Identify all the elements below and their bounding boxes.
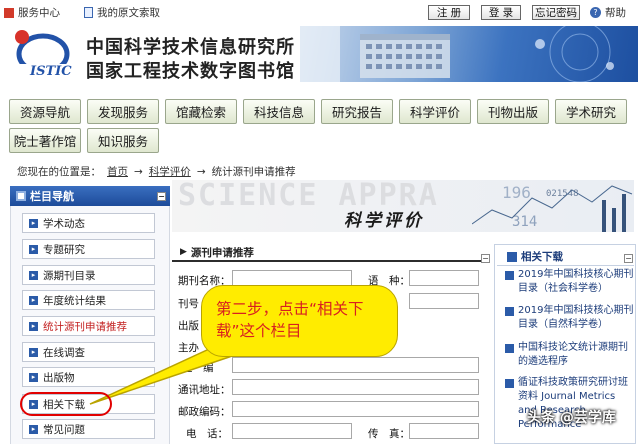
building-image: [300, 26, 614, 82]
register-button[interactable]: 注 册: [428, 5, 470, 20]
label-phone: 电 话：: [186, 428, 228, 440]
breadcrumb-section[interactable]: 科学评价: [149, 164, 191, 179]
svg-text:314: 314: [512, 214, 537, 230]
nav-publications[interactable]: 刊物出版: [477, 99, 549, 124]
fax-input[interactable]: [409, 423, 479, 439]
arrow-right-icon: ▸: [29, 321, 38, 331]
nav-science-evaluation[interactable]: 科学评价: [399, 99, 471, 124]
top-utility-bar: 服务中心 我的原文索取 注 册 登 录 忘记密码 ? 帮助: [0, 0, 640, 24]
breadcrumb: 您现在的位置是： 首页 → 科学评价 → 统计源刊申请推荐: [17, 164, 296, 179]
document-icon: [84, 7, 93, 18]
sidebar-item-annual-stats[interactable]: ▸ 年度统计结果: [22, 290, 155, 310]
nav-discovery-service[interactable]: 发现服务: [87, 99, 159, 124]
editor-input[interactable]: [232, 357, 479, 373]
svg-text:196: 196: [502, 183, 531, 202]
form-panel-header: ▶ 源刊申请推荐: [172, 244, 490, 262]
download-icon: [505, 379, 514, 388]
language-input[interactable]: [409, 270, 479, 286]
watermark: 头条 @芸学库: [527, 410, 616, 426]
graph-decoration: 196 021548 314: [472, 183, 633, 232]
forgot-password-button[interactable]: 忘记密码: [532, 5, 580, 20]
issn-input-right[interactable]: [409, 293, 479, 309]
breadcrumb-current: 统计源刊申请推荐: [211, 166, 296, 178]
collapse-icon[interactable]: −: [624, 254, 633, 263]
download-item[interactable]: 2019年中国科技核心期刊目录（自然科学卷）: [505, 304, 635, 332]
collapse-icon[interactable]: −: [157, 191, 166, 201]
my-subscription-link[interactable]: 我的原文索取: [84, 5, 160, 20]
logo-text: ISTIC: [30, 64, 72, 79]
nav-knowledge-service[interactable]: 知识服务: [87, 128, 159, 153]
home-icon: [4, 7, 14, 18]
sidebar-item-academic-news[interactable]: ▸ 学术动态: [22, 213, 155, 233]
org-name-line1: 中国科学技术信息研究所: [86, 37, 295, 58]
help-link[interactable]: ? 帮助: [590, 5, 626, 20]
service-center-link[interactable]: 服务中心: [4, 5, 60, 20]
download-icon: [507, 251, 517, 262]
org-name-line2: 国家工程技术数字图书馆: [86, 61, 295, 82]
arrow-right-icon: ▸: [29, 244, 38, 254]
nav-collection-search[interactable]: 馆藏检索: [165, 99, 237, 124]
highlight-ring: [20, 392, 112, 416]
banner-title: 科学评价: [344, 211, 424, 231]
arrow-right-icon: ▸: [29, 295, 38, 305]
download-item[interactable]: 中国科技论文统计源期刊的遴选程序: [505, 341, 635, 369]
label-fax: 传 真：: [368, 428, 410, 440]
download-icon: [505, 307, 514, 316]
header-banner: [300, 26, 638, 82]
nav-academician-works[interactable]: 院士著作馆: [9, 128, 81, 153]
address-input[interactable]: [232, 379, 479, 395]
arrow-right-icon: ▸: [29, 218, 38, 228]
nav-academic-research[interactable]: 学术研究: [555, 99, 627, 124]
postcode-input[interactable]: [232, 401, 479, 417]
download-icon: [505, 344, 514, 353]
download-icon: [505, 271, 514, 280]
help-icon: ?: [590, 7, 601, 18]
istic-logo[interactable]: ISTIC: [10, 26, 80, 86]
login-button[interactable]: 登 录: [481, 5, 521, 20]
arrow-right-icon: ▶: [180, 247, 187, 257]
download-item[interactable]: 2019年中国科技核心期刊目录（社会科学卷）: [505, 268, 635, 296]
downloads-header: 相关下载: [497, 248, 634, 266]
science-evaluation-banner: SCIENCE APPRA 196 021548 314 科学评价: [172, 180, 634, 232]
sidebar-item-faq[interactable]: ▸ 常见问题: [22, 419, 155, 439]
arrow-right-icon: ▸: [29, 424, 38, 434]
arrow-right-icon: ▸: [29, 347, 38, 357]
breadcrumb-home[interactable]: 首页: [107, 164, 128, 179]
journal-name-input[interactable]: [232, 270, 352, 286]
sidebar-header: 栏目导航 −: [10, 186, 170, 206]
arrow-right-icon: ▸: [29, 372, 38, 382]
phone-input[interactable]: [232, 423, 352, 439]
sidebar-item-source-journal-list[interactable]: ▸ 源期刊目录: [22, 265, 155, 285]
arrow-right-icon: ▸: [29, 270, 38, 280]
collapse-icon[interactable]: −: [481, 254, 490, 263]
sidebar-item-special-research[interactable]: ▸ 专题研究: [22, 239, 155, 259]
nav-sci-tech-info[interactable]: 科技信息: [243, 99, 315, 124]
instruction-callout: 第二步，点击“相关下载”这个栏目: [201, 285, 398, 357]
menu-icon: [16, 191, 26, 201]
nav-resource-navigation[interactable]: 资源导航: [9, 99, 81, 124]
label-issn: 刊号: [178, 298, 199, 310]
nav-research-reports[interactable]: 研究报告: [321, 99, 393, 124]
